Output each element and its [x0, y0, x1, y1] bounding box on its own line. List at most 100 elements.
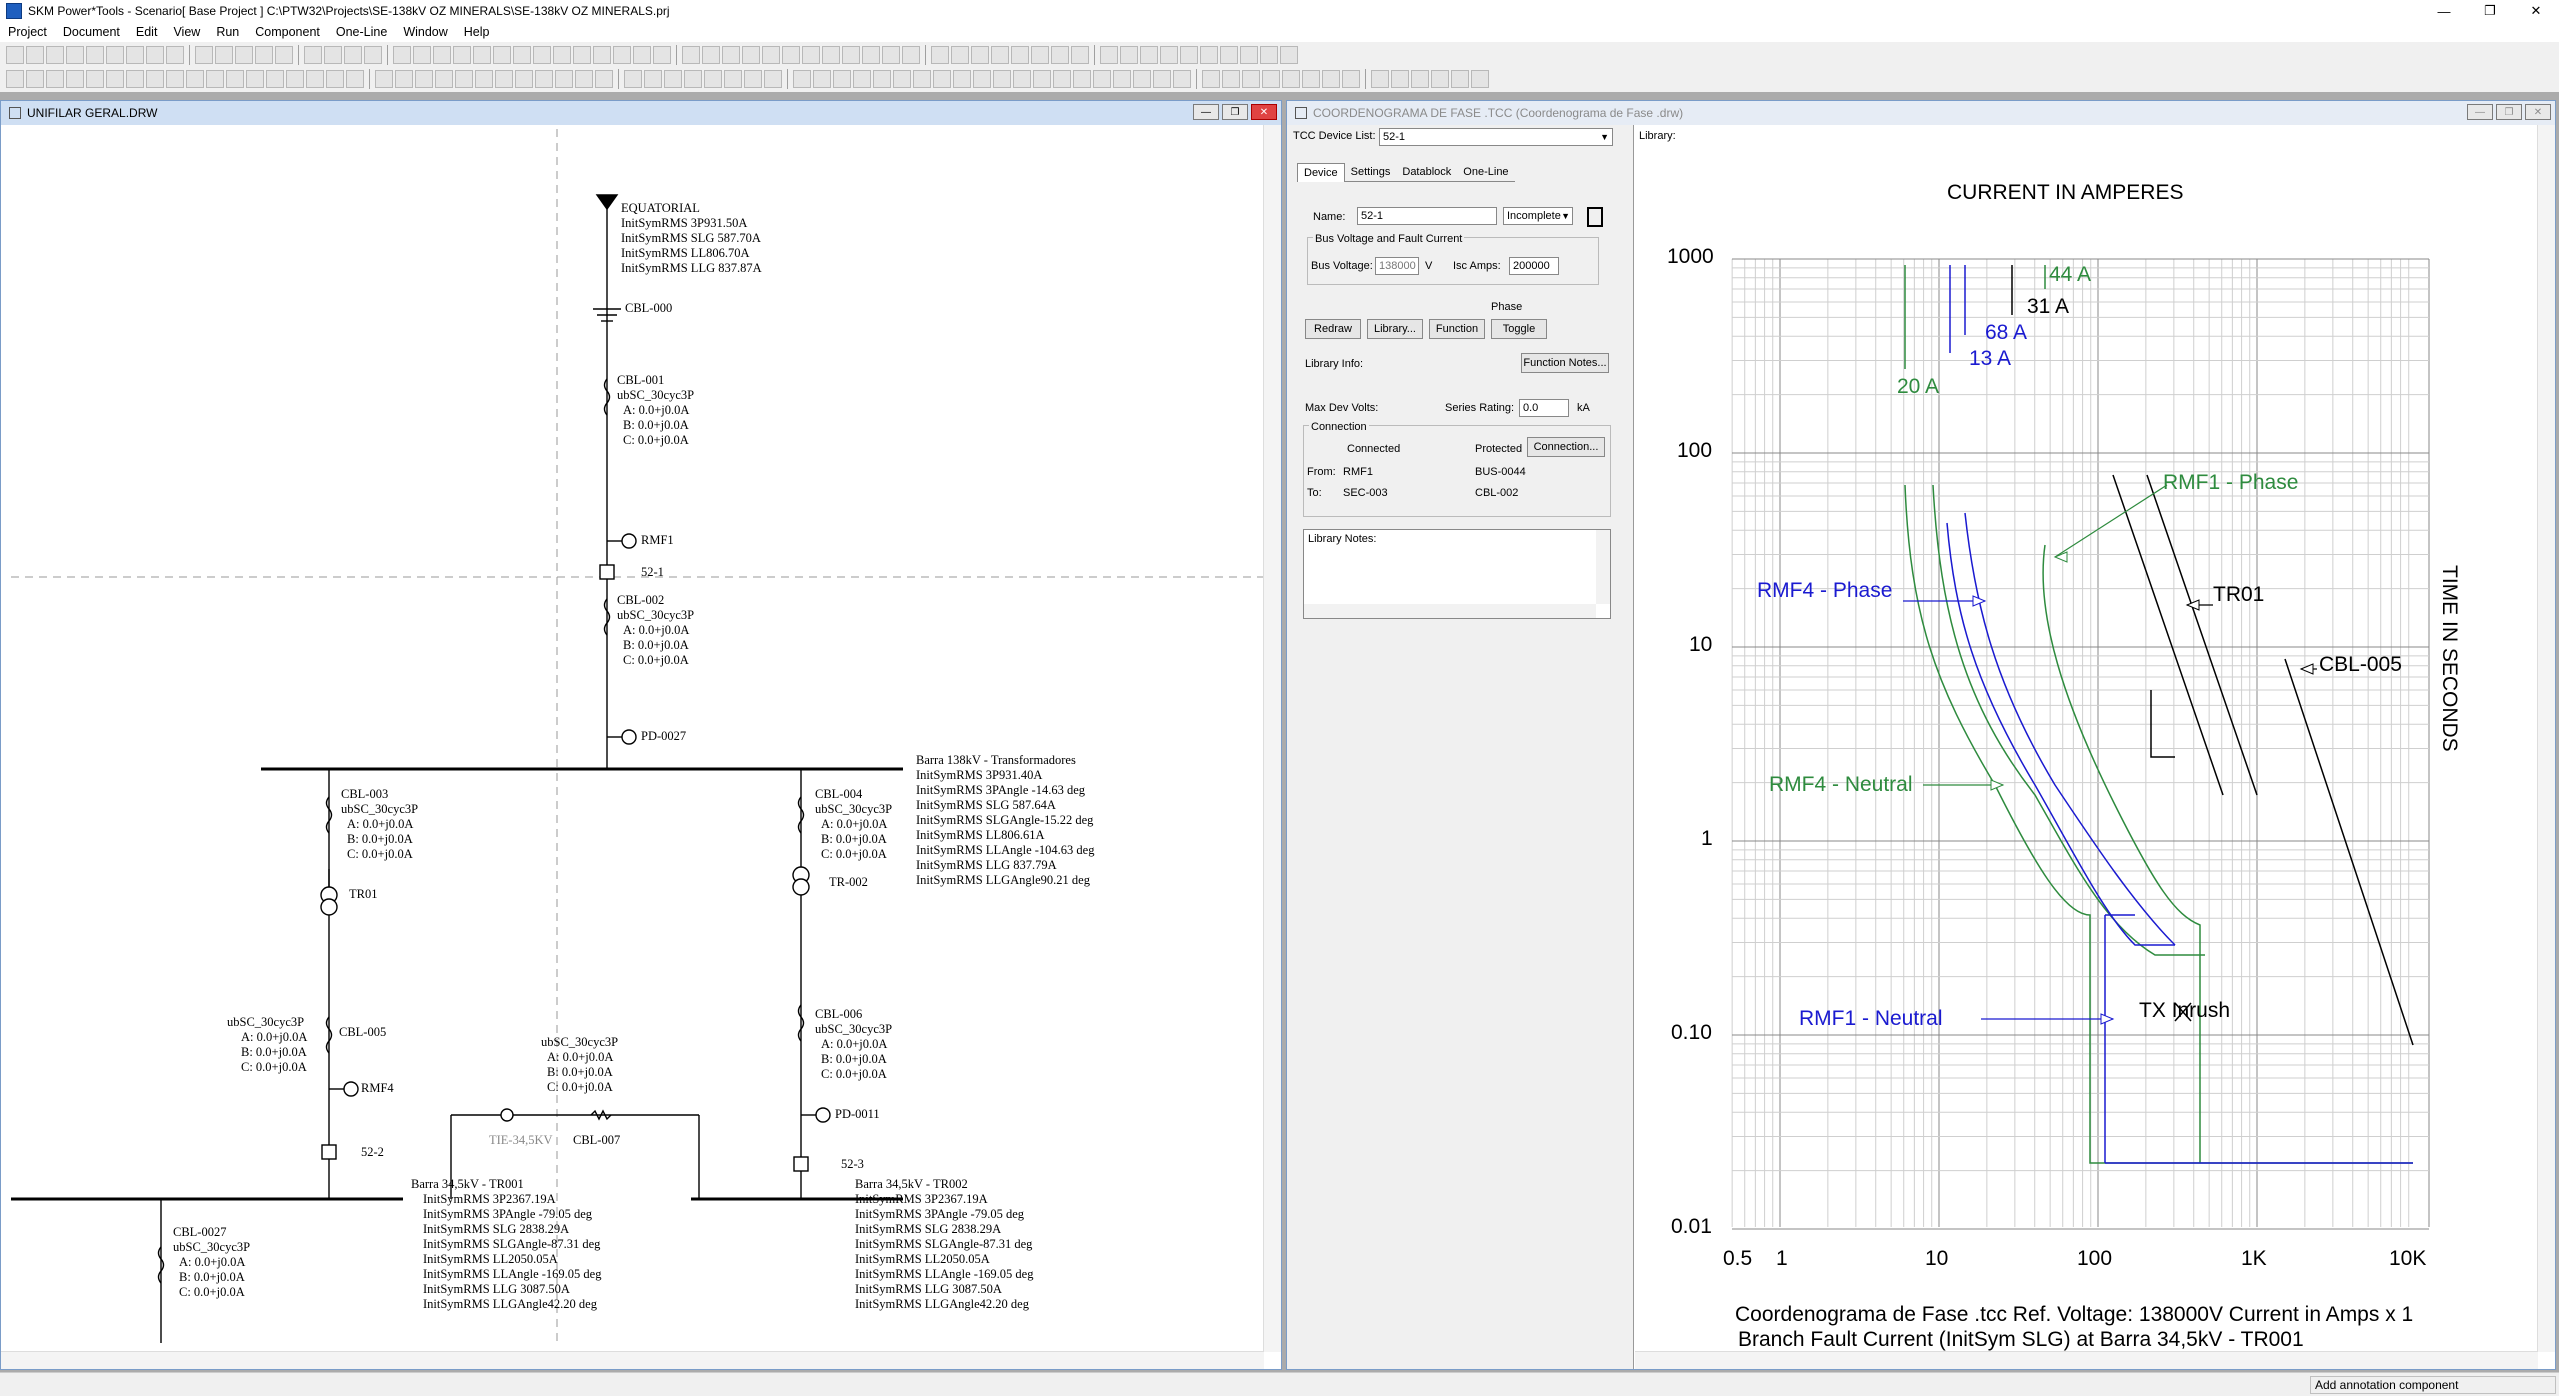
toolbar-button-icon[interactable]: [246, 70, 264, 88]
toolbar-button-icon[interactable]: [1242, 70, 1260, 88]
relay-rmf4-icon[interactable]: [343, 1081, 359, 1097]
toolbar-button-icon[interactable]: [1153, 70, 1171, 88]
toolbar-button-icon[interactable]: [991, 46, 1009, 64]
relay-rmf1-icon[interactable]: [621, 533, 637, 549]
toolbar-button-icon[interactable]: [744, 70, 762, 88]
toolbar-button-icon[interactable]: [682, 46, 700, 64]
toolbar-button-icon[interactable]: [66, 70, 84, 88]
toolbar-button-icon[interactable]: [555, 70, 573, 88]
toolbar-button-icon[interactable]: [1160, 46, 1178, 64]
toolbar-button-icon[interactable]: [1133, 70, 1151, 88]
close-icon[interactable]: ✕: [1251, 104, 1277, 120]
toolbar-button-icon[interactable]: [724, 70, 742, 88]
toolbar-button-icon[interactable]: [415, 70, 433, 88]
toolbar-button-icon[interactable]: [833, 70, 851, 88]
toolbar-button-icon[interactable]: [993, 70, 1011, 88]
toolbar-button-icon[interactable]: [704, 70, 722, 88]
toolbar-button-icon[interactable]: [1391, 70, 1409, 88]
toolbar-button-icon[interactable]: [702, 46, 720, 64]
restore-icon[interactable]: ❐: [2496, 104, 2522, 120]
toolbar-button-icon[interactable]: [873, 70, 891, 88]
toolbar-button-icon[interactable]: [624, 70, 642, 88]
tcc-horizontal-scrollbar[interactable]: [1635, 1351, 2538, 1369]
toolbar-button-icon[interactable]: [1302, 70, 1320, 88]
toolbar-button-icon[interactable]: [206, 70, 224, 88]
toolbar-button-icon[interactable]: [933, 70, 951, 88]
toolbar-button-icon[interactable]: [595, 70, 613, 88]
toolbar-button-icon[interactable]: [495, 70, 513, 88]
toolbar-button-icon[interactable]: [6, 70, 24, 88]
toolbar-button-icon[interactable]: [1011, 46, 1029, 64]
toolbar-button-icon[interactable]: [1451, 70, 1469, 88]
toolbar-button-icon[interactable]: [553, 46, 571, 64]
tcc-plot-area[interactable]: CURRENT IN AMPERES TIME IN SECONDS 1000 …: [1635, 145, 2538, 1352]
toolbar-button-icon[interactable]: [1053, 70, 1071, 88]
toolbar-button-icon[interactable]: [822, 46, 840, 64]
toolbar-button-icon[interactable]: [722, 46, 740, 64]
toolbar-button-icon[interactable]: [453, 46, 471, 64]
oneline-vertical-scrollbar[interactable]: [1263, 125, 1281, 1352]
toolbar-button-icon[interactable]: [6, 46, 24, 64]
toolbar-button-icon[interactable]: [1013, 70, 1031, 88]
toolbar-button-icon[interactable]: [304, 46, 322, 64]
toolbar-button-icon[interactable]: [26, 70, 44, 88]
toolbar-button-icon[interactable]: [573, 46, 591, 64]
toolbar-button-icon[interactable]: [455, 70, 473, 88]
toolbar-button-icon[interactable]: [46, 70, 64, 88]
menu-window[interactable]: Window: [395, 25, 455, 39]
toolbar-button-icon[interactable]: [126, 46, 144, 64]
oneline-canvas[interactable]: EQUATORIAL InitSymRMS 3P931.50A InitSymR…: [11, 129, 1266, 1343]
toolbar-button-icon[interactable]: [951, 46, 969, 64]
toolbar-button-icon[interactable]: [195, 46, 213, 64]
toolbar-button-icon[interactable]: [393, 46, 411, 64]
toolbar-button-icon[interactable]: [1371, 70, 1389, 88]
toolbar-button-icon[interactable]: [593, 46, 611, 64]
notes-horizontal-scrollbar[interactable]: [1304, 604, 1596, 618]
minimize-icon[interactable]: —: [2421, 0, 2467, 22]
toolbar-button-icon[interactable]: [346, 70, 364, 88]
toolbar-button-icon[interactable]: [1411, 70, 1429, 88]
restore-icon[interactable]: ❐: [2467, 0, 2513, 22]
menu-document[interactable]: Document: [55, 25, 128, 39]
toolbar-button-icon[interactable]: [493, 46, 511, 64]
toolbar-button-icon[interactable]: [1140, 46, 1158, 64]
toolbar-button-icon[interactable]: [853, 70, 871, 88]
toolbar-button-icon[interactable]: [1240, 46, 1258, 64]
menu-view[interactable]: View: [165, 25, 208, 39]
toolbar-button-icon[interactable]: [1051, 46, 1069, 64]
bus-voltage-input[interactable]: 138000: [1375, 257, 1419, 275]
toggle-button[interactable]: Toggle: [1491, 319, 1547, 339]
toolbar-button-icon[interactable]: [186, 70, 204, 88]
toolbar-button-icon[interactable]: [1342, 70, 1360, 88]
toolbar-button-icon[interactable]: [842, 46, 860, 64]
toolbar-button-icon[interactable]: [1200, 46, 1218, 64]
menu-edit[interactable]: Edit: [128, 25, 166, 39]
close-icon[interactable]: ✕: [2513, 0, 2559, 22]
close-icon[interactable]: ✕: [2525, 104, 2551, 120]
toolbar-button-icon[interactable]: [86, 46, 104, 64]
toolbar-button-icon[interactable]: [1431, 70, 1449, 88]
toolbar-button-icon[interactable]: [433, 46, 451, 64]
minimize-icon[interactable]: —: [2467, 104, 2493, 120]
function-button[interactable]: Function: [1429, 319, 1485, 339]
menu-project[interactable]: Project: [0, 25, 55, 39]
toolbar-button-icon[interactable]: [475, 70, 493, 88]
toolbar-button-icon[interactable]: [1220, 46, 1238, 64]
toolbar-button-icon[interactable]: [1222, 70, 1240, 88]
toolbar-button-icon[interactable]: [413, 46, 431, 64]
connection-button[interactable]: Connection...: [1527, 437, 1605, 457]
name-input[interactable]: 52-1: [1357, 207, 1497, 225]
toolbar-button-icon[interactable]: [106, 46, 124, 64]
toolbar-button-icon[interactable]: [275, 46, 293, 64]
toolbar-button-icon[interactable]: [1093, 70, 1111, 88]
menu-component[interactable]: Component: [247, 25, 328, 39]
toolbar-button-icon[interactable]: [1173, 70, 1191, 88]
status-select[interactable]: Incomplete ▼: [1503, 207, 1573, 225]
toolbar-button-icon[interactable]: [344, 46, 362, 64]
toolbar-button-icon[interactable]: [1100, 46, 1118, 64]
menu-run[interactable]: Run: [208, 25, 247, 39]
toolbar-button-icon[interactable]: [1113, 70, 1131, 88]
toolbar-button-icon[interactable]: [166, 46, 184, 64]
toolbar-button-icon[interactable]: [473, 46, 491, 64]
tab-one-line[interactable]: One-Line: [1457, 163, 1515, 182]
